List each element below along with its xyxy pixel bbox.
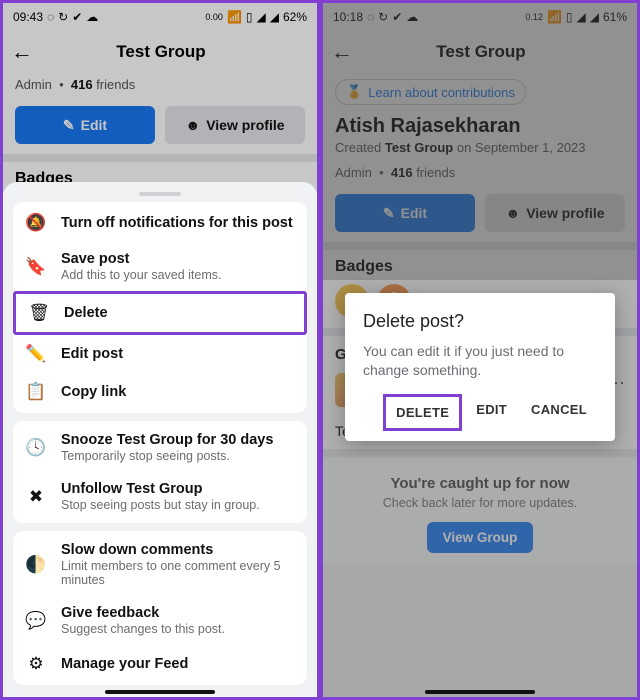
row-subtitle: Limit members to one comment every 5 min… [61,559,295,587]
edit-button[interactable]: ✎Edit [15,106,155,144]
row-subtitle: Temporarily stop seeing posts. [61,449,295,463]
sheet-card-2: 🕓 Snooze Test Group for 30 daysTemporaril… [13,421,307,523]
row-title: Copy link [61,384,295,400]
profile-icon: ☻ [185,117,200,133]
signal-icon: ◢ [257,10,266,24]
back-icon[interactable]: ← [11,39,33,65]
sheet-row[interactable]: 🕓 Snooze Test Group for 30 daysTemporaril… [13,423,307,472]
row-title: Delete [64,305,292,321]
unfollow-icon: ✖ [25,487,47,507]
trash-icon: 🗑 [28,303,50,323]
dialog-cancel-button[interactable]: CANCEL [521,394,597,431]
wifi-icon: 📶 [227,10,242,24]
status-time: 09:43 [13,10,43,24]
nav-indicator [105,690,215,694]
row-title: Slow down comments [61,542,295,558]
status-bar: 09:43 ◌ ↻ ✔ ☁ 0.00 📶 ▯ ◢ ◢ 62% [3,3,317,31]
gear-icon: ⚙ [25,654,47,674]
admin-meta: Admin • 416 friends [3,73,317,96]
button-row: ✎Edit ☻View profile [3,96,317,154]
sheet-card-1: 🔕 Turn off notifications for this post 🔖 Sa… [13,202,307,413]
row-title: Manage your Feed [61,656,295,672]
row-title: Snooze Test Group for 30 days [61,432,295,448]
row-title: Turn off notifications for this post [61,215,295,231]
row-title: Edit post [61,346,295,362]
dialog-edit-button[interactable]: EDIT [466,394,517,431]
sheet-row[interactable]: 💬 Give feedbackSuggest changes to this po… [13,596,307,645]
whatsapp-icon: ◌ [47,10,54,24]
sheet-row[interactable]: 🌓 Slow down commentsLimit members to one … [13,533,307,596]
row-subtitle: Suggest changes to this post. [61,622,295,636]
sheet-row[interactable]: 🗑 Delete [13,291,307,335]
dialog-body: You can edit it if you just need to chan… [363,342,597,380]
check-icon: ✔ [72,10,82,24]
sheet-row[interactable]: 🔕 Turn off notifications for this post [13,204,307,242]
row-subtitle: Stop seeing posts but stay in group. [61,498,295,512]
slow-icon: 🌓 [25,555,47,575]
nav-indicator [425,690,535,694]
reddit-icon: ☁ [86,10,98,24]
row-subtitle: Add this to your saved items. [61,268,295,282]
sheet-card-3: 🌓 Slow down commentsLimit members to one … [13,531,307,685]
signal2-icon: ◢ [270,10,279,24]
sheet-row[interactable]: 📋 Copy link [13,373,307,411]
row-icon: 🔕 [25,213,47,233]
sheet-row[interactable]: ⚙ Manage your Feed [13,645,307,683]
sheet-handle[interactable] [139,192,181,196]
pencil-icon: ✏️ [25,344,47,364]
clipboard-icon: 📋 [25,382,47,402]
battery-text: 62% [283,10,307,24]
clock-icon: 🕓 [25,438,47,458]
net-speed: 0.00 [205,13,223,22]
row-title: Give feedback [61,605,295,621]
sheet-row[interactable]: ✏️ Edit post [13,335,307,373]
sheet-row[interactable]: 🔖 Save postAdd this to your saved items. [13,242,307,291]
sync-icon: ↻ [58,10,68,24]
feedback-icon: 💬 [25,611,47,631]
volte-icon: ▯ [246,10,253,24]
view-profile-button[interactable]: ☻View profile [165,106,305,144]
row-title: Unfollow Test Group [61,481,295,497]
row-title: Save post [61,251,295,267]
delete-dialog: Delete post? You can edit it if you just… [345,293,615,441]
sheet-row[interactable]: ✖ Unfollow Test GroupStop seeing posts bu… [13,472,307,521]
bottom-sheet: 🔕 Turn off notifications for this post 🔖 Sa… [3,182,317,697]
bookmark-icon: 🔖 [25,257,47,277]
pencil-icon: ✎ [63,117,75,134]
dialog-title: Delete post? [363,311,597,332]
page-title: Test Group [41,42,281,62]
top-bar: ← Test Group [3,31,317,73]
dialog-delete-button[interactable]: DELETE [383,394,462,431]
